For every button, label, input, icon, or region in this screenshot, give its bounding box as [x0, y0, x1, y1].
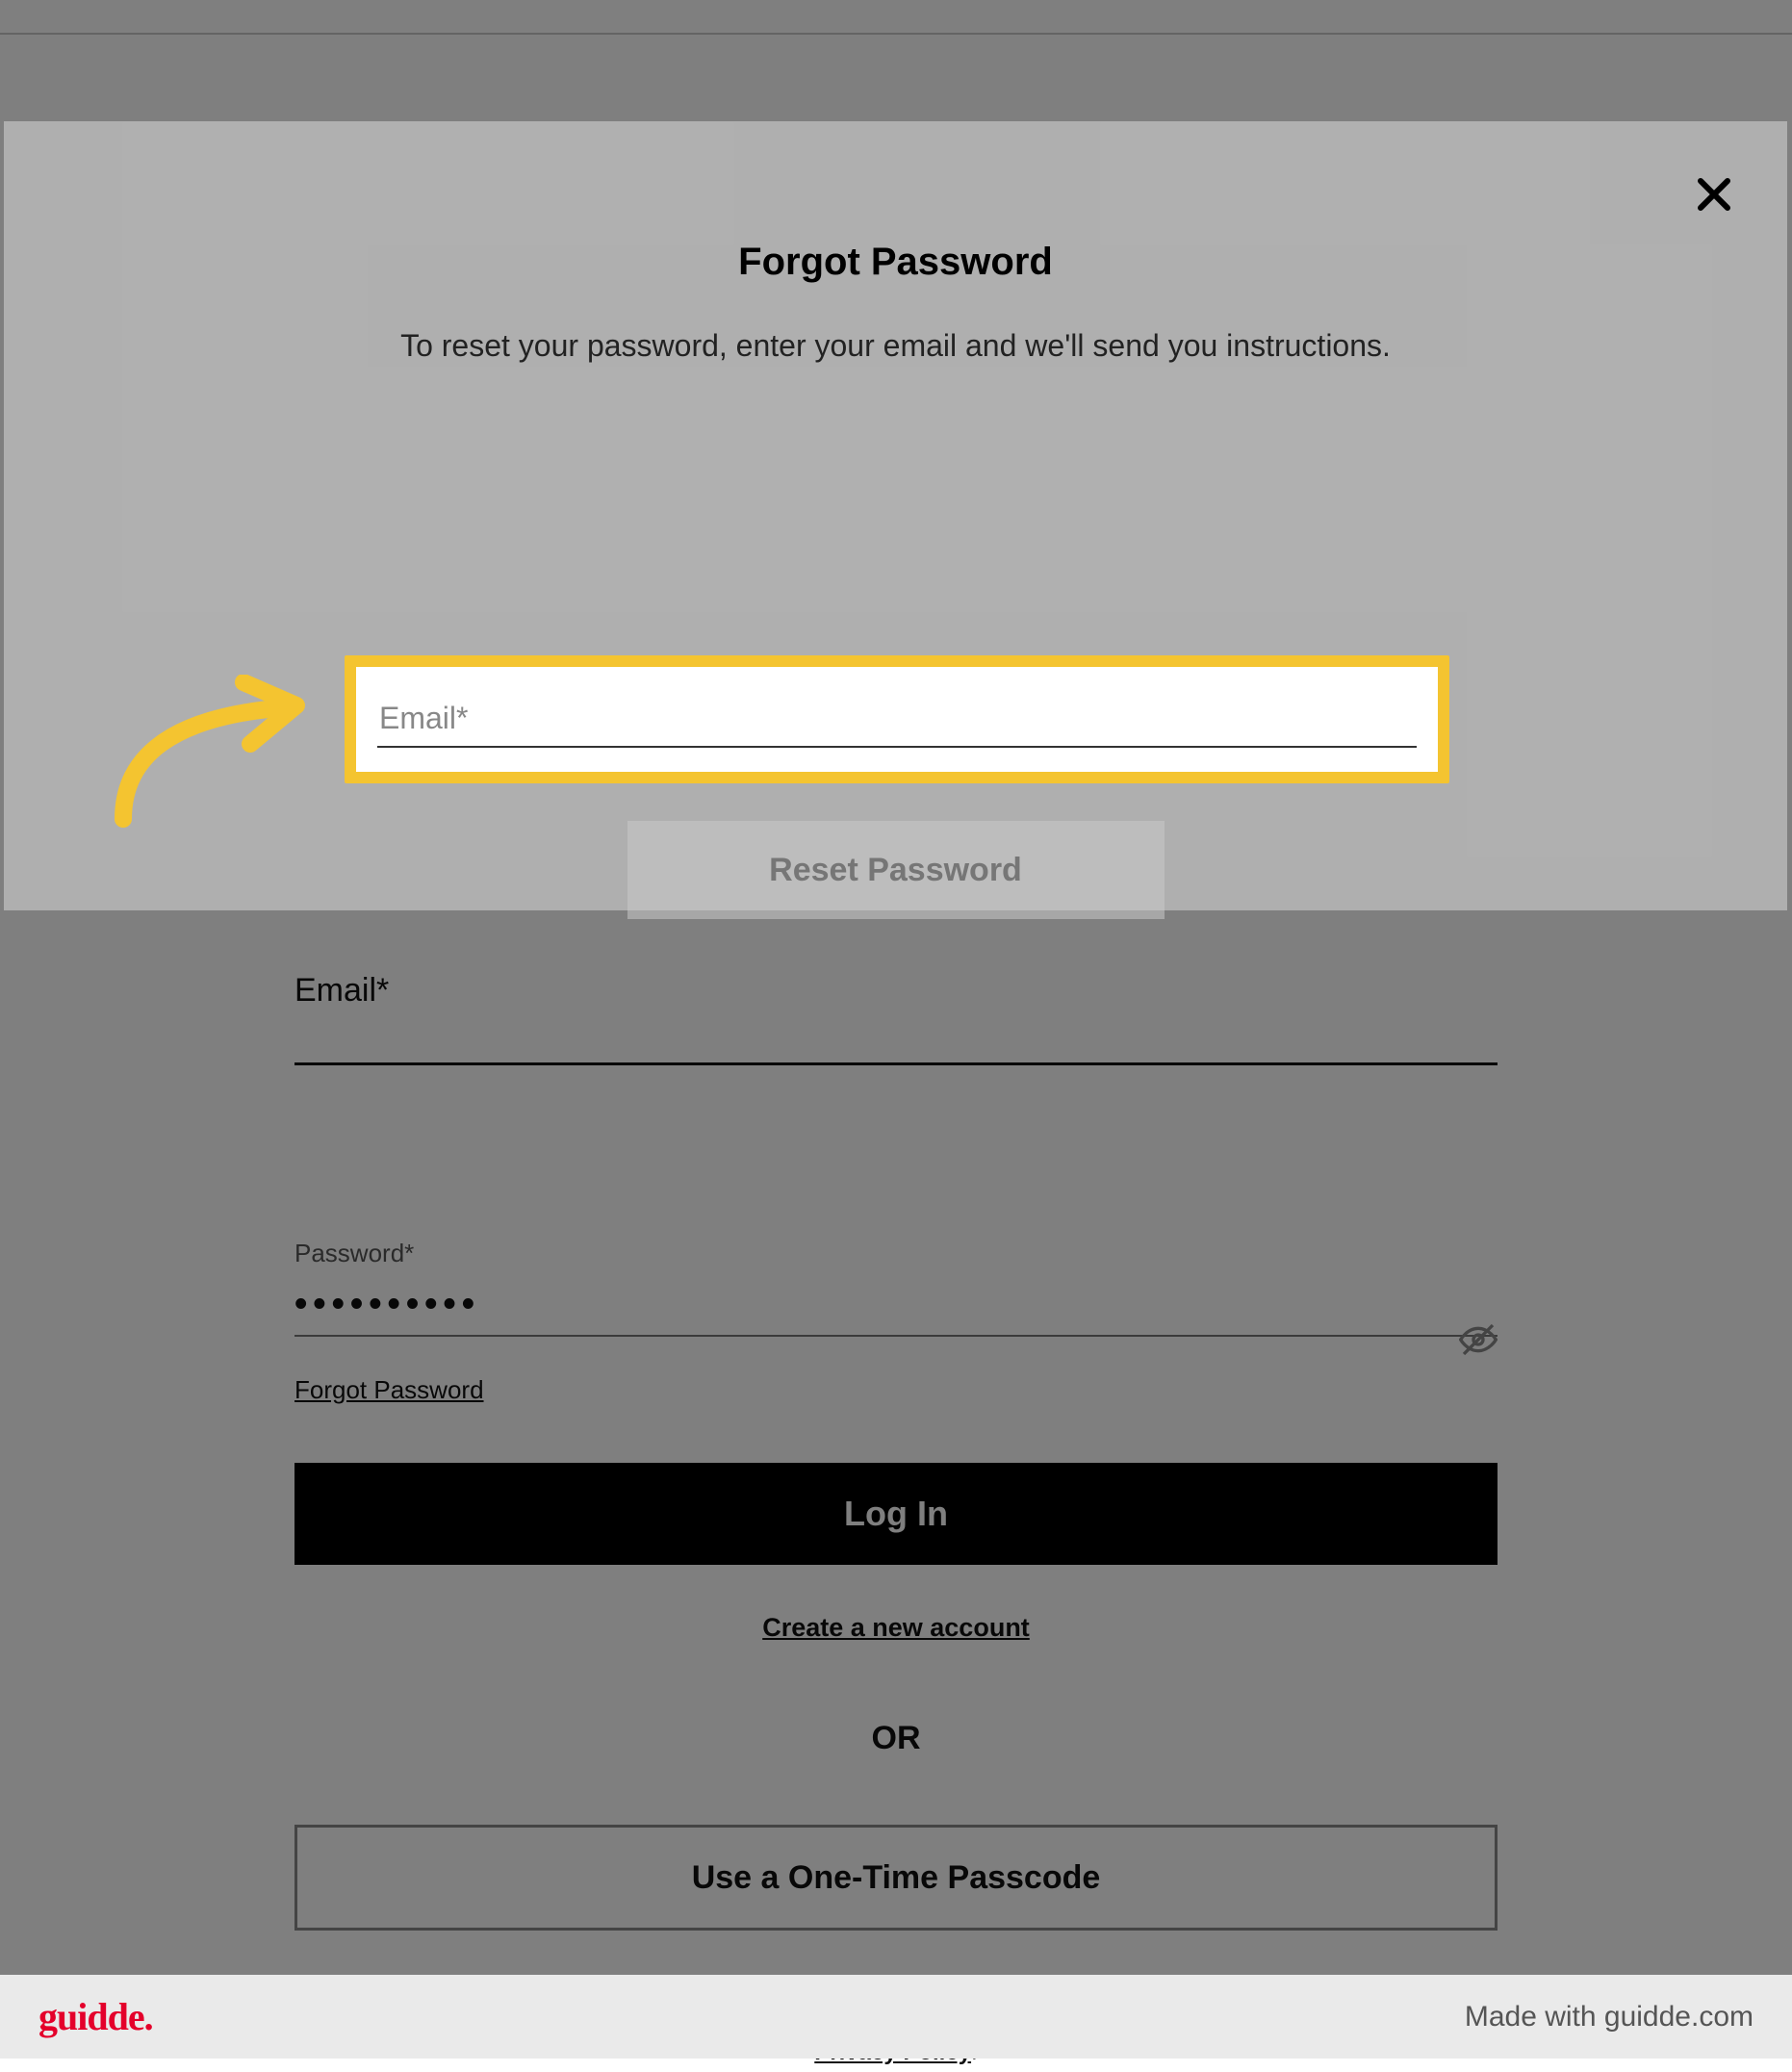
guidde-logo: guidde. — [38, 1994, 153, 2039]
forgot-password-modal: Forgot Password To reset your password, … — [4, 121, 1787, 910]
guidde-footer: guidde. Made with guidde.com — [0, 1975, 1792, 2059]
modal-subtitle: To reset your password, enter your email… — [4, 328, 1787, 364]
email-highlight-box — [345, 655, 1449, 783]
made-with-text: Made with guidde.com — [1465, 2001, 1754, 2034]
modal-title: Forgot Password — [4, 241, 1787, 284]
close-icon[interactable] — [1691, 171, 1737, 217]
reset-password-button[interactable]: Reset Password — [627, 821, 1165, 919]
modal-email-input[interactable] — [377, 691, 1417, 748]
annotation-arrow-icon — [104, 675, 316, 829]
